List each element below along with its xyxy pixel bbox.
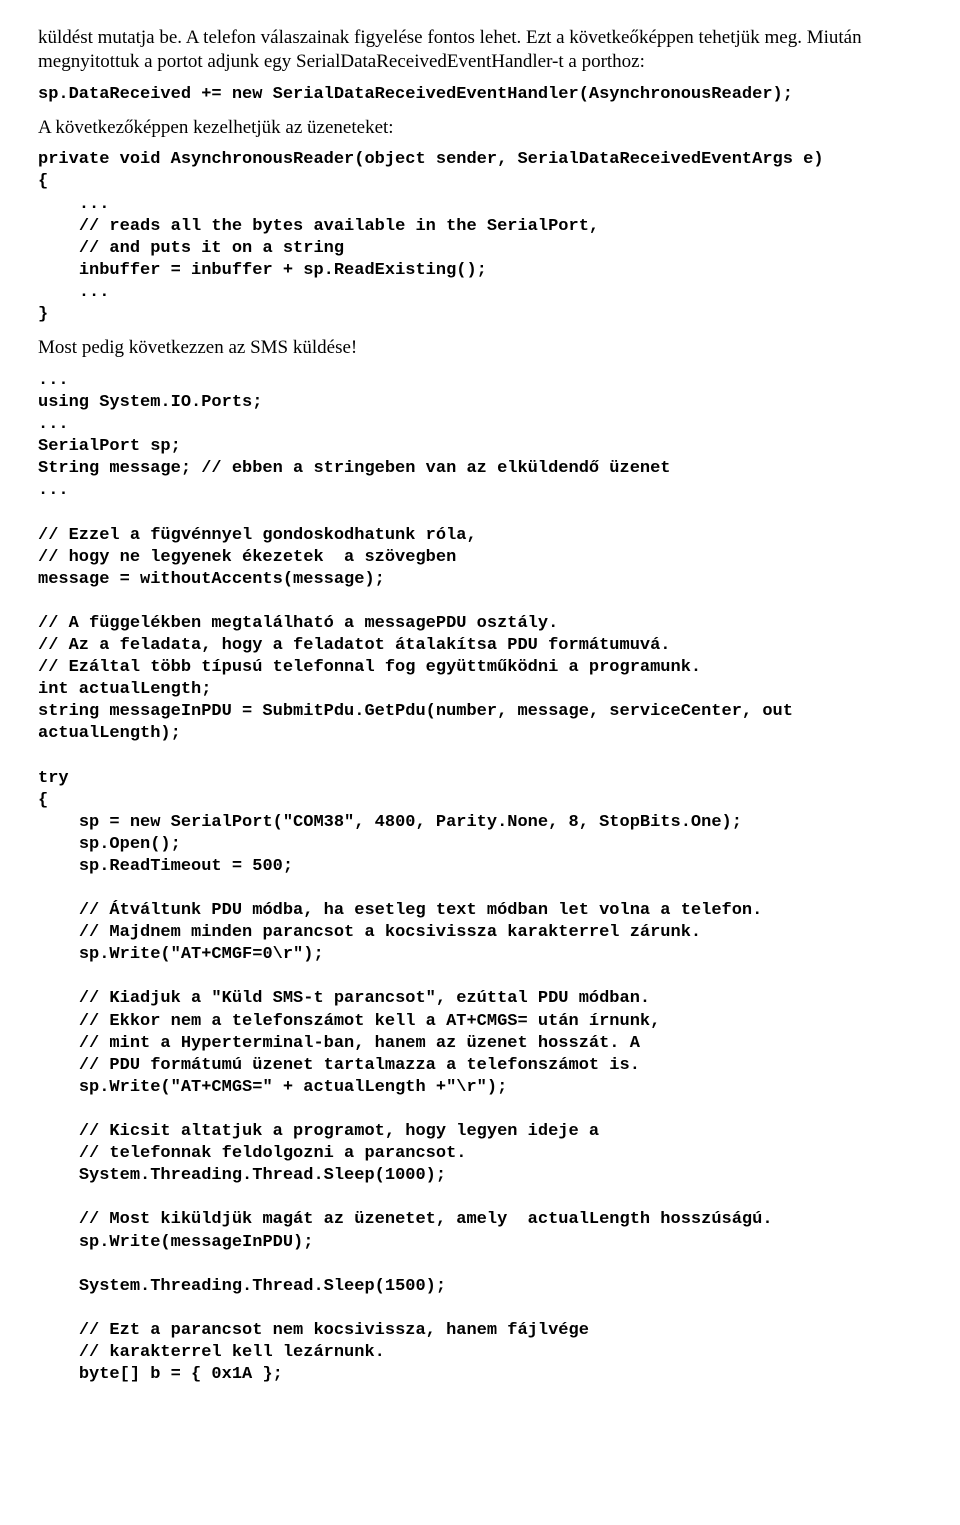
- paragraph-3: Most pedig következzen az SMS küldése!: [38, 336, 922, 360]
- code-async-reader: private void AsynchronousReader(object s…: [38, 149, 922, 326]
- code-event-handler: sp.DataReceived += new SerialDataReceive…: [38, 84, 922, 106]
- paragraph-2: A következőképpen kezelhetjük az üzenete…: [38, 116, 922, 140]
- code-sms-send: ... using System.IO.Ports; ... SerialPor…: [38, 370, 922, 1386]
- paragraph-1: küldést mutatja be. A telefon válaszaina…: [38, 26, 922, 74]
